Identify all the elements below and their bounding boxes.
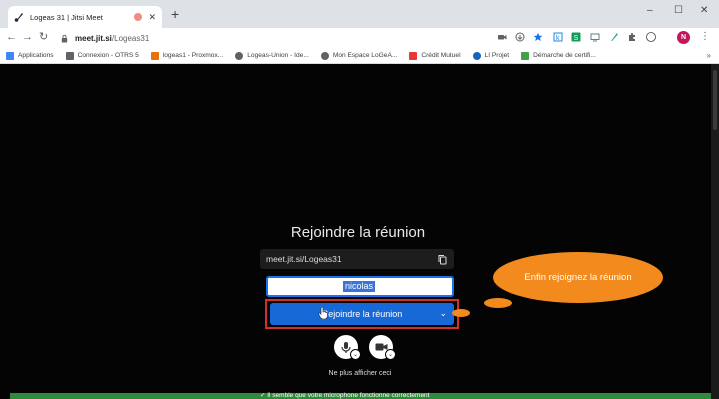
tab-close-icon[interactable]: ✕ — [148, 12, 156, 23]
annotation-bubble-tail — [484, 298, 512, 308]
extension-s-icon[interactable]: S — [571, 32, 581, 42]
mic-status-text: ✓ Il semble que votre microphone fonctio… — [260, 392, 430, 399]
bookmark-star-icon[interactable] — [533, 32, 543, 42]
camera-options-chevron-icon[interactable]: ⌄ — [385, 349, 396, 360]
profile-avatar[interactable]: N — [677, 31, 690, 44]
lock-icon — [61, 34, 68, 43]
annotation-bubble: Enfin rejoignez la réunion — [493, 252, 663, 303]
apps-grid-icon — [6, 51, 14, 60]
extension-screen-icon[interactable] — [590, 32, 600, 42]
recording-indicator-icon — [134, 13, 143, 21]
bookmark-item[interactable]: LI Projet — [472, 51, 510, 60]
page-title: Rejoindre la réunion — [290, 224, 426, 241]
reload-icon[interactable]: ↻ — [39, 31, 48, 43]
extension-feather-icon[interactable] — [609, 32, 619, 42]
install-icon[interactable] — [515, 32, 525, 42]
annotation-text: Enfin rejoignez la réunion — [524, 271, 632, 283]
new-tab-button[interactable]: + — [171, 7, 179, 21]
bookmark-label: Logeas-Union - Ide... — [247, 52, 309, 59]
proxmox-icon — [150, 51, 159, 60]
bookmark-item[interactable]: Mon Espace LoGeA... — [320, 51, 398, 60]
hand-cursor-icon — [318, 307, 328, 319]
certification-icon — [521, 51, 530, 60]
globe-icon — [320, 51, 329, 60]
extension-n-icon[interactable] — [646, 32, 656, 42]
window-close-button[interactable]: ✕ — [700, 5, 708, 16]
back-arrow-icon[interactable]: ← — [6, 31, 17, 43]
scrollbar-thumb[interactable] — [713, 70, 717, 130]
url-field[interactable]: meet.jit.si /Logeas31 — [60, 30, 490, 46]
browser-tab-active[interactable]: Logeas 31 | Jitsi Meet ✕ — [8, 6, 162, 28]
bookmark-label: Connexion - OTRS 5 — [77, 52, 139, 59]
bookmark-item[interactable]: logeas1 - Proxmox... — [150, 51, 224, 60]
maximize-button[interactable]: ☐ — [674, 5, 683, 16]
url-path: /Logeas31 — [111, 33, 150, 43]
camera-in-use-icon[interactable] — [497, 32, 507, 42]
meeting-url-text: meet.jit.si/Logeas31 — [266, 254, 342, 264]
jitsi-favicon-icon — [14, 13, 23, 22]
bookmark-label: Applications — [18, 52, 54, 59]
meeting-url-box: meet.jit.si/Logeas31 — [260, 249, 454, 269]
minimize-button[interactable]: – — [647, 5, 653, 16]
bookmark-label: Mon Espace LoGeA... — [332, 52, 398, 59]
microphone-options-chevron-icon[interactable]: ⌄ — [350, 349, 361, 360]
bookmark-label: LI Projet — [484, 52, 510, 59]
svg-text:k: k — [556, 35, 560, 42]
bookmark-item[interactable]: Logeas-Union - Ide... — [235, 51, 309, 60]
bookmark-label: logeas1 - Proxmox... — [162, 52, 224, 59]
otrs-icon — [65, 51, 74, 60]
join-button-label: Rejoindre la réunion — [321, 309, 403, 319]
extensions-puzzle-icon[interactable] — [627, 32, 637, 42]
bookmark-item[interactable]: Crédit Mutuel — [409, 51, 461, 60]
svg-text:S: S — [574, 35, 579, 42]
credit-mutuel-icon — [409, 51, 418, 60]
annotation-bubble-tail-small — [452, 309, 470, 317]
bookmark-item[interactable]: Connexion - OTRS 5 — [65, 51, 139, 60]
bookmark-item[interactable]: Démarche de certifi... — [521, 51, 596, 60]
address-bar-row: ← → ↻ meet.jit.si /Logeas31 k S N ⋮ — [0, 28, 719, 48]
bookmarks-bar: Applications Connexion - OTRS 5 logeas1 … — [0, 48, 719, 64]
join-meeting-button[interactable]: Rejoindre la réunion ⌄ — [270, 303, 454, 325]
globe-icon — [235, 51, 244, 60]
bookmark-label: Crédit Mutuel — [421, 52, 461, 59]
url-host: meet.jit.si — [75, 33, 112, 43]
tab-title: Logeas 31 | Jitsi Meet — [30, 12, 103, 22]
li-projet-icon — [472, 51, 481, 60]
forward-arrow-icon[interactable]: → — [22, 31, 33, 43]
display-name-input[interactable] — [266, 276, 454, 297]
bookmarks-overflow-button[interactable]: » — [707, 51, 711, 60]
tab-strip: Logeas 31 | Jitsi Meet ✕ + – ☐ ✕ — [0, 0, 719, 28]
browser-menu-icon[interactable]: ⋮ — [700, 31, 710, 42]
dont-show-again-link[interactable]: Ne plus afficher ceci — [300, 370, 420, 377]
bookmark-label: Démarche de certifi... — [533, 52, 596, 59]
extension-k-icon[interactable]: k — [553, 32, 563, 42]
chevron-down-icon[interactable]: ⌄ — [439, 308, 447, 319]
bookmark-item[interactable]: Applications — [6, 51, 54, 60]
copy-icon[interactable] — [437, 254, 448, 265]
